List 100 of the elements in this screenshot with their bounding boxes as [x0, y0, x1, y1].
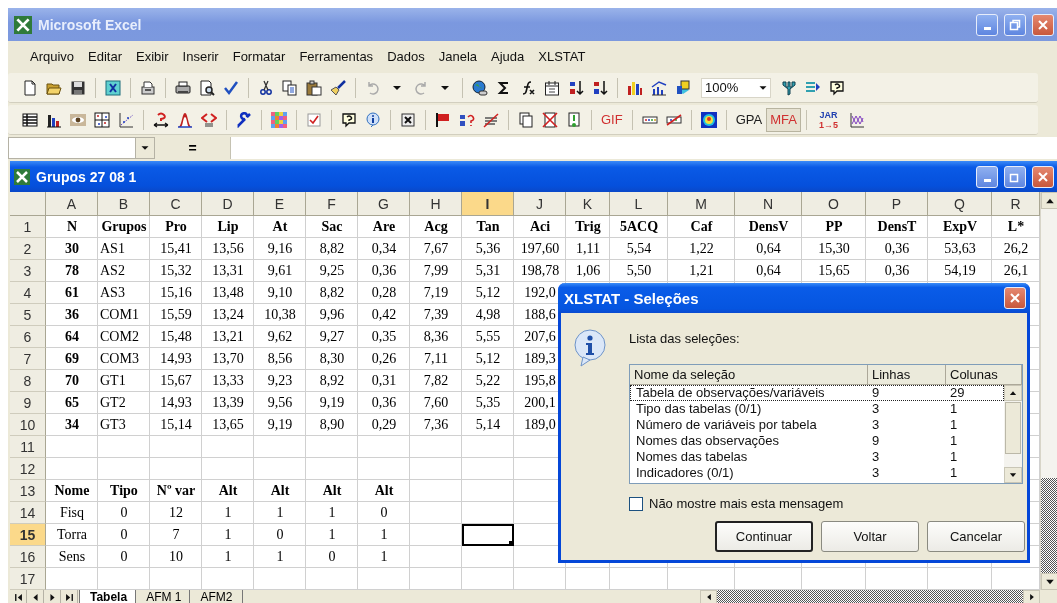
list-row[interactable]: Tipo das tabelas (0/1) 3 1: [630, 401, 1004, 417]
list-scrollbar[interactable]: [1004, 385, 1022, 483]
bar-chart-icon[interactable]: [627, 79, 643, 96]
bell-curve-icon[interactable]: [177, 111, 193, 128]
row-header[interactable]: 6: [10, 326, 46, 348]
row-header[interactable]: 1: [10, 216, 46, 238]
column-header[interactable]: G: [358, 192, 410, 216]
eye-icon[interactable]: [70, 111, 86, 128]
copy-icon[interactable]: [282, 79, 298, 96]
column-header[interactable]: Nome da seleção: [630, 365, 868, 385]
info-icon[interactable]: [365, 111, 381, 128]
close-button[interactable]: [1032, 165, 1054, 188]
row-header[interactable]: 3: [10, 260, 46, 282]
x-square-icon[interactable]: [400, 111, 416, 128]
funnel-icon[interactable]: [781, 79, 797, 96]
dialog-button[interactable]: Voltar: [821, 521, 919, 552]
column-header[interactable]: D: [202, 192, 254, 216]
toolbar-button[interactable]: MFA: [766, 107, 801, 132]
row-header[interactable]: 14: [10, 502, 46, 524]
menu-item[interactable]: Janela: [433, 47, 482, 66]
dialog-button[interactable]: Continuar: [715, 521, 813, 552]
column-header[interactable]: J: [514, 192, 566, 216]
row-header[interactable]: 13: [10, 480, 46, 502]
wrench-icon[interactable]: [236, 111, 252, 128]
help-icon[interactable]: [341, 111, 357, 128]
list-row[interactable]: Nomes das observações 9 1: [630, 433, 1004, 449]
fax-icon[interactable]: [140, 79, 156, 96]
menu-item[interactable]: Ferramentas: [294, 47, 379, 66]
close-button[interactable]: [1004, 287, 1026, 309]
column-header[interactable]: O: [802, 192, 866, 216]
scatter-plot-icon[interactable]: [118, 111, 134, 128]
column-header[interactable]: A: [46, 192, 98, 216]
toolbar-button[interactable]: GPA: [731, 107, 767, 132]
close-button[interactable]: [1032, 13, 1054, 36]
strikethrough-icon[interactable]: [483, 111, 499, 128]
column-header[interactable]: H: [410, 192, 462, 216]
row-header[interactable]: 7: [10, 348, 46, 370]
maximize-button[interactable]: [1004, 165, 1026, 188]
row-header[interactable]: 4: [10, 282, 46, 304]
checkbox[interactable]: [629, 496, 643, 511]
sort-ascending-icon[interactable]: [568, 79, 584, 96]
column-header[interactable]: M: [668, 192, 735, 216]
column-header[interactable]: I: [462, 192, 514, 216]
menu-item[interactable]: Exibir: [131, 47, 174, 66]
list-row[interactable]: Número de variáveis por tabela 3 1: [630, 417, 1004, 433]
page-alert-icon[interactable]: [566, 111, 582, 128]
x-square-icon[interactable]: [105, 79, 121, 96]
row-header[interactable]: 12: [10, 458, 46, 480]
checkmark-icon[interactable]: [223, 79, 239, 96]
column-header[interactable]: Linhas: [868, 365, 946, 385]
toolbar-button[interactable]: GIF: [597, 107, 627, 132]
new-document-icon[interactable]: [22, 79, 38, 96]
table-icon[interactable]: [22, 111, 38, 128]
scrollbar-thumb[interactable]: [1041, 478, 1057, 573]
row-header[interactable]: 17: [10, 568, 46, 590]
row-header[interactable]: 2: [10, 238, 46, 260]
compare-icon[interactable]: [201, 111, 217, 128]
brush-icon[interactable]: [330, 79, 346, 96]
print-preview-icon[interactable]: [199, 79, 215, 96]
globe-icon[interactable]: [472, 79, 488, 96]
selection-list[interactable]: Nome da seleção Linhas Colunas Tabela de observações/variáveis 9 29 Tipo das tabelas (0/1) 3 1 Número de variáveis por tabela 3 1 Nomes das observações 9 1 Nomes das tabelas 3 1 Indicadores (0/1) 3 1: [629, 364, 1023, 484]
list-row[interactable]: Indicadores (0/1) 3 1: [630, 465, 1004, 481]
calendar-icon[interactable]: [544, 79, 560, 96]
toolbar-button[interactable]: JAR 1→5: [811, 107, 845, 132]
mosaic-icon[interactable]: [271, 111, 287, 128]
column-header[interactable]: P: [866, 192, 928, 216]
column-header[interactable]: B: [98, 192, 150, 216]
sheet-tab[interactable]: AFM2: [189, 590, 244, 603]
menu-item[interactable]: Arquivo: [25, 47, 80, 66]
column-header[interactable]: Colunas: [946, 365, 1022, 385]
scissors-icon[interactable]: [258, 79, 274, 96]
menu-item[interactable]: Inserir: [177, 47, 224, 66]
checkbox-icon[interactable]: [306, 111, 322, 128]
help-icon[interactable]: [829, 79, 845, 96]
last-sheet-icon[interactable]: [63, 591, 75, 603]
minimize-button[interactable]: [976, 165, 998, 188]
zoom-dropdown[interactable]: 100%: [701, 77, 771, 98]
column-header[interactable]: Q: [928, 192, 992, 216]
menu-item[interactable]: Ajuda: [486, 47, 530, 66]
row-header[interactable]: 8: [10, 370, 46, 392]
chart-roof-icon[interactable]: [651, 79, 667, 96]
page-crossed-icon[interactable]: [542, 111, 558, 128]
column-header[interactable]: L: [610, 192, 668, 216]
heat-map-icon[interactable]: [700, 111, 717, 128]
row-header[interactable]: 5: [10, 304, 46, 326]
list-row[interactable]: Nomes das tabelas 3 1: [630, 449, 1004, 465]
list-row[interactable]: Tabela de observações/variáveis 9 29: [630, 385, 1004, 401]
printer-icon[interactable]: [175, 79, 191, 96]
column-header[interactable]: F: [306, 192, 358, 216]
row-header[interactable]: 15: [10, 524, 46, 546]
minimize-button[interactable]: [976, 13, 998, 36]
cube-icon[interactable]: [675, 79, 691, 96]
function-icon[interactable]: [520, 79, 536, 96]
restore-button[interactable]: [1004, 13, 1026, 36]
formula-field[interactable]: [230, 137, 1057, 159]
dialog-button[interactable]: Cancelar: [927, 521, 1025, 552]
question-arrow-icon[interactable]: [153, 111, 169, 128]
dots-bar-crossed-icon[interactable]: [665, 111, 682, 128]
menu-item[interactable]: Editar: [83, 47, 128, 66]
flag-icon[interactable]: [435, 111, 451, 128]
